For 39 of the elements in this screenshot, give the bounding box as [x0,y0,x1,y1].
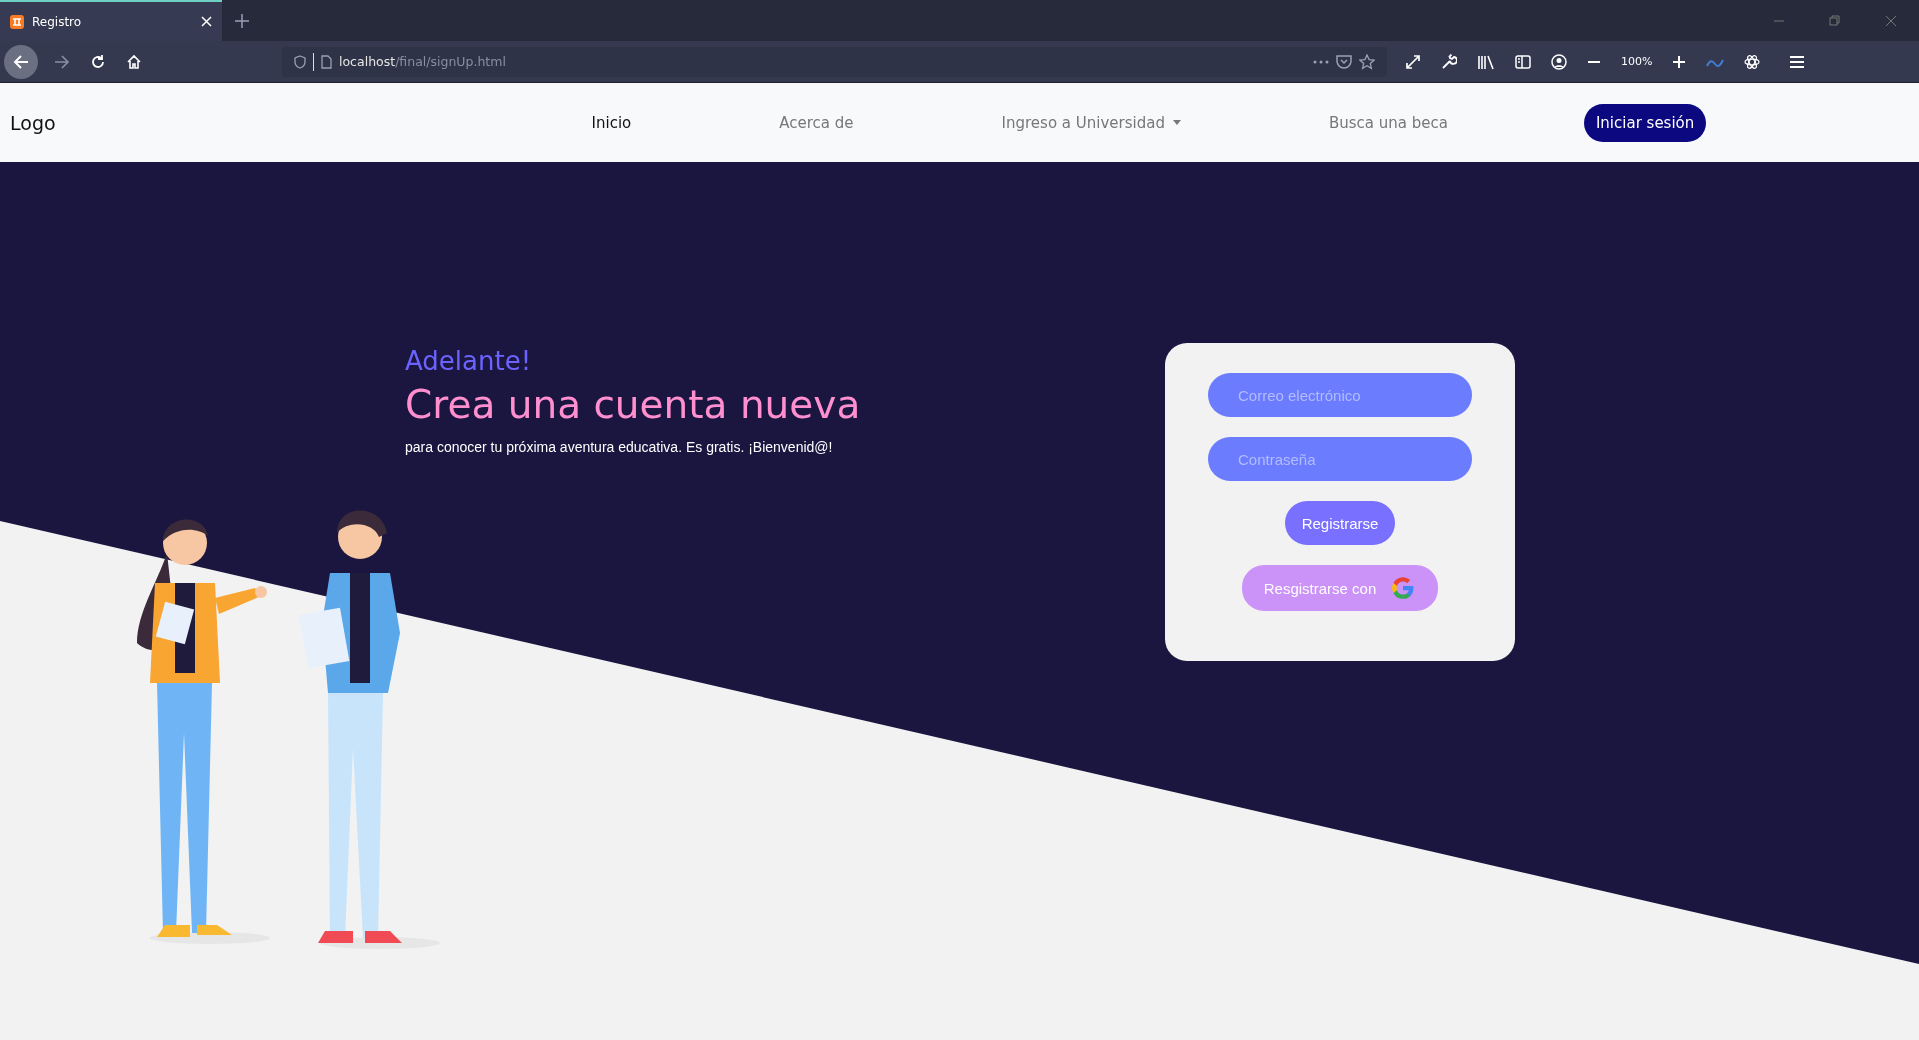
more-icon[interactable] [1313,59,1329,64]
logo-text[interactable]: Logo [10,111,56,134]
nav-link[interactable]: Acerca de [779,113,854,132]
back-button[interactable] [4,44,38,79]
wrench-icon[interactable] [1441,53,1457,70]
kicker-text: Adelante! [405,346,533,376]
hero-title: Crea una cuenta nueva [405,382,862,427]
atom-icon[interactable] [1744,53,1761,70]
nav-link[interactable]: Inicio [591,113,632,132]
library-icon[interactable] [1477,53,1495,70]
back-arrow-icon [13,53,29,70]
tab-title: Registro [32,14,83,29]
page-icon [321,54,332,69]
restore-icon[interactable] [1829,14,1841,27]
account-icon[interactable] [1551,53,1567,70]
input-field[interactable]: Correo electrónico [1208,373,1472,417]
caret-icon [1172,120,1181,125]
forward-arrow-icon[interactable] [54,53,70,70]
app-icon [10,14,24,29]
input-field[interactable]: Contraseña [1208,437,1472,481]
reload-icon[interactable] [90,53,106,70]
home-icon[interactable] [126,53,142,70]
new-tab-icon[interactable] [235,13,249,28]
url-text: localhost/final/signUp.html [339,54,506,69]
browser-tab[interactable]: Registro [0,0,222,41]
nav-link[interactable]: Ingreso a Universidad [1001,113,1181,132]
sidebar-icon[interactable] [1515,54,1531,69]
hero-subtitle: para conocer tu próxima aventura educativa. Es gratis. ¡Bienvenid@! [405,439,834,455]
register-button[interactable]: Registrarse [1284,501,1396,545]
zoom-in-icon[interactable] [1672,54,1687,69]
menu-icon[interactable] [1790,55,1805,68]
address-bar[interactable]: localhost/final/signUp.html [282,46,1387,77]
nav-link[interactable]: Busca una beca [1328,113,1448,132]
zoom-level[interactable]: 100% [1621,55,1653,68]
login-button[interactable]: Iniciar sesión [1583,103,1707,142]
star-icon[interactable] [1359,53,1375,70]
pocket-icon[interactable] [1336,54,1352,69]
shield-icon [294,54,306,69]
expand-icon[interactable] [1405,53,1421,70]
